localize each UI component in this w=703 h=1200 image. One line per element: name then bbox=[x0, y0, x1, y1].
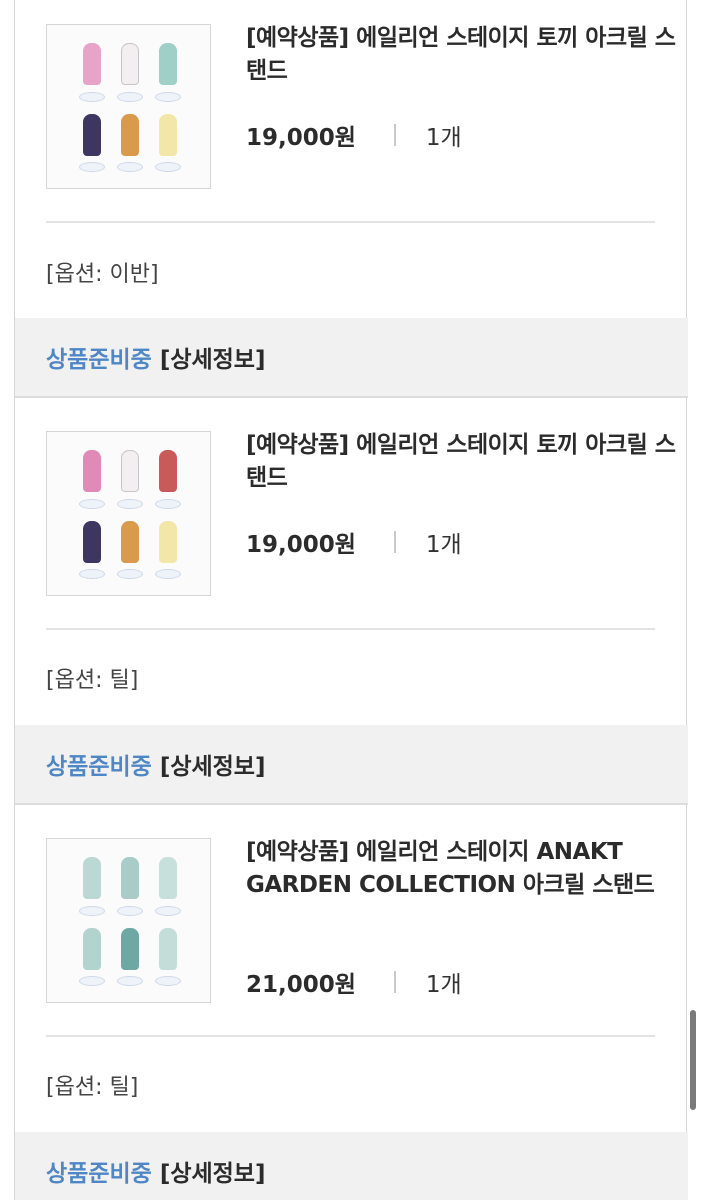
product-quantity: 1개 bbox=[425, 125, 462, 151]
price-quantity-row: 21,000원 1개 bbox=[246, 965, 462, 999]
order-status-bar: 상품준비중 [상세정보] bbox=[15, 725, 688, 805]
product-price: 19,000원 bbox=[246, 125, 356, 151]
product-price: 21,000원 bbox=[246, 972, 356, 998]
order-status: 상품준비중 bbox=[46, 754, 152, 780]
price-quantity-row: 19,000원 1개 bbox=[246, 118, 462, 152]
item-divider bbox=[46, 628, 655, 630]
product-thumbnail[interactable] bbox=[46, 24, 211, 189]
product-quantity: 1개 bbox=[425, 532, 462, 558]
order-status-bar: 상품준비중 [상세정보] bbox=[15, 1132, 688, 1200]
product-quantity: 1개 bbox=[425, 972, 462, 998]
product-title[interactable]: [예약상품] 에일리언 스테이지 ANAKT GARDEN COLLECTION… bbox=[246, 836, 676, 902]
product-option: [옵션: 틸] bbox=[46, 1075, 139, 1100]
price-quantity-row: 19,000원 1개 bbox=[246, 525, 462, 559]
separator bbox=[393, 531, 396, 553]
product-option: [옵션: 이반] bbox=[46, 262, 159, 287]
product-price: 19,000원 bbox=[246, 532, 356, 558]
product-title[interactable]: [예약상품] 에일리언 스테이지 토끼 아크릴 스탠드 bbox=[246, 22, 676, 88]
product-option: [옵션: 틸] bbox=[46, 668, 139, 693]
product-thumbnail[interactable] bbox=[46, 838, 211, 1003]
product-thumbnail[interactable] bbox=[46, 431, 211, 596]
order-items-panel: [예약상품] 에일리언 스테이지 토끼 아크릴 스탠드 19,000원 1개 [… bbox=[14, 0, 688, 1200]
item-divider bbox=[46, 221, 655, 223]
thumbnail-image bbox=[75, 446, 185, 581]
item-divider bbox=[46, 1035, 655, 1037]
order-status: 상품준비중 bbox=[46, 347, 152, 373]
scrollbar[interactable] bbox=[690, 1010, 696, 1110]
order-status-bar: 상품준비중 [상세정보] bbox=[15, 318, 688, 398]
detail-link[interactable]: [상세정보] bbox=[160, 340, 266, 374]
separator bbox=[393, 124, 396, 146]
thumbnail-image bbox=[75, 853, 185, 988]
order-status: 상품준비중 bbox=[46, 1161, 152, 1187]
separator bbox=[393, 971, 396, 993]
thumbnail-image bbox=[75, 39, 185, 174]
detail-link[interactable]: [상세정보] bbox=[160, 1154, 266, 1188]
product-title[interactable]: [예약상품] 에일리언 스테이지 토끼 아크릴 스탠드 bbox=[246, 429, 676, 495]
detail-link[interactable]: [상세정보] bbox=[160, 747, 266, 781]
